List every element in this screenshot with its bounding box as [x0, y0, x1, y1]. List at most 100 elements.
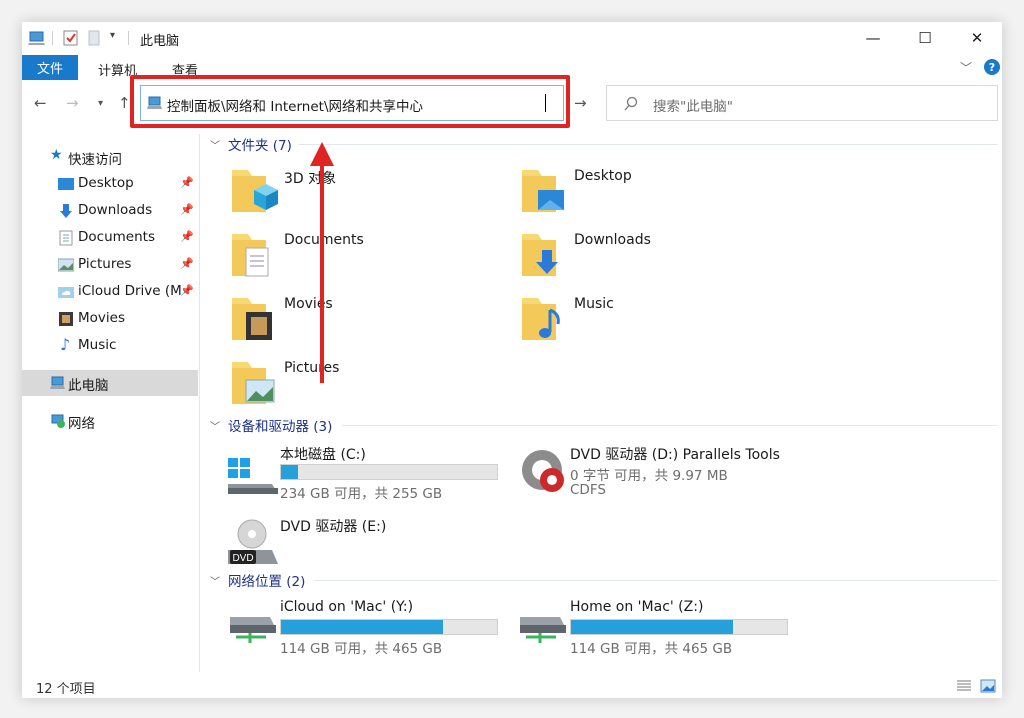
- search-box[interactable]: 搜索"此电脑": [606, 85, 998, 121]
- folder-desktop[interactable]: Desktop: [520, 164, 800, 224]
- group-divider: [342, 425, 998, 426]
- sidebar-item-downloads[interactable]: Downloads 📌: [22, 198, 198, 224]
- forward-button[interactable]: →: [66, 94, 79, 112]
- search-icon: [624, 96, 638, 111]
- tab-computer[interactable]: 计算机: [98, 60, 137, 79]
- computer-icon: [147, 96, 162, 109]
- pin-icon: 📌: [180, 203, 194, 216]
- title-bar: ▾ 此电脑 — ☐ ✕: [22, 22, 1002, 54]
- properties-icon[interactable]: [62, 29, 80, 47]
- new-folder-icon[interactable]: [86, 29, 104, 47]
- folder-name: Documents: [284, 232, 364, 248]
- dvd-label: DVD: [232, 553, 253, 564]
- star-icon: ★: [50, 147, 63, 163]
- drive-usage-fill: [281, 620, 443, 634]
- drive-free-space: 114 GB 可用，共 465 GB: [570, 641, 733, 657]
- pane-divider[interactable]: [199, 134, 200, 672]
- drive-filesystem: CDFS: [570, 482, 606, 498]
- help-button[interactable]: ?: [984, 59, 1000, 75]
- address-bar[interactable]: 控制面板\网络和 Internet\网络和共享中心 ⌄: [140, 85, 671, 121]
- minimize-button[interactable]: —: [850, 22, 896, 54]
- tab-file[interactable]: 文件: [22, 55, 78, 80]
- folder-movies[interactable]: Movies: [230, 292, 510, 352]
- tab-view[interactable]: 查看: [172, 60, 198, 79]
- sidebar-item-documents[interactable]: Documents 📌: [22, 225, 198, 251]
- maximize-button[interactable]: ☐: [902, 22, 948, 54]
- network-drive-icon: [230, 617, 276, 643]
- sidebar-item-quick-access[interactable]: ★ 快速访问: [22, 144, 198, 170]
- search-input[interactable]: 搜索"此电脑": [653, 95, 733, 115]
- drive-c[interactable]: 本地磁盘 (C:) 234 GB 可用，共 255 GB: [226, 444, 516, 504]
- separator: [128, 31, 129, 45]
- group-header-devices[interactable]: ﹀ 设备和驱动器 (3): [210, 415, 332, 435]
- folder-music[interactable]: Music: [520, 292, 800, 352]
- up-button[interactable]: ↑: [118, 94, 131, 112]
- drive-usage-fill: [281, 465, 299, 479]
- group-header-network-locations[interactable]: ﹀ 网络位置 (2): [210, 570, 305, 590]
- computer-icon: [28, 31, 45, 45]
- drive-e[interactable]: DVD DVD 驱动器 (E:): [226, 516, 516, 576]
- folder-pictures-icon: [232, 362, 275, 404]
- folder-name: Downloads: [574, 232, 651, 248]
- sidebar-item-label: 网络: [68, 416, 95, 432]
- sidebar-item-desktop[interactable]: Desktop 📌: [22, 171, 198, 197]
- sidebar-item-movies[interactable]: Movies: [22, 306, 198, 332]
- folder-downloads[interactable]: Downloads: [520, 228, 800, 288]
- folder-downloads-icon: [522, 234, 558, 276]
- sidebar-item-label: Movies: [78, 310, 125, 326]
- group-title: 设备和驱动器 (3): [228, 419, 333, 435]
- drive-usage-fill: [571, 620, 733, 634]
- expand-ribbon-icon[interactable]: ﹀: [960, 59, 972, 76]
- group-title: 网络位置 (2): [228, 574, 306, 590]
- close-button[interactable]: ✕: [954, 22, 1000, 54]
- navigation-pane: ★ 快速访问 Desktop 📌 Downloads 📌 Documents 📌…: [22, 134, 200, 666]
- folder-name: Desktop: [574, 168, 632, 184]
- explorer-window: ▾ 此电脑 — ☐ ✕ 文件 计算机 查看 ﹀ ? ← → ▾ ↑ 控制面板\网…: [22, 22, 1002, 698]
- sidebar-item-label: Documents: [78, 229, 155, 245]
- sidebar-item-icloud-drive[interactable]: iCloud Drive (M 📌: [22, 279, 198, 305]
- folder-pictures[interactable]: Pictures: [230, 356, 510, 416]
- go-button[interactable]: →: [574, 94, 587, 112]
- recent-locations-icon[interactable]: ▾: [98, 98, 103, 109]
- drive-usage-bar: [280, 464, 498, 480]
- folder-3d-objects[interactable]: 3D 对象: [230, 164, 510, 224]
- computer-icon: [50, 376, 65, 389]
- back-button[interactable]: ←: [34, 94, 47, 112]
- details-view-icon[interactable]: [956, 678, 972, 694]
- folder-music-icon: [522, 298, 560, 340]
- drive-d[interactable]: DVD 驱动器 (D:) Parallels Tools 0 字节 可用，共 9…: [516, 444, 806, 504]
- folder-documents-icon: [232, 234, 269, 277]
- sidebar-item-network[interactable]: 网络: [22, 408, 198, 434]
- picture-icon: [58, 258, 74, 272]
- folder-name: Pictures: [284, 360, 340, 376]
- customize-toolbar-icon[interactable]: ▾: [110, 30, 115, 41]
- pin-icon: 📌: [180, 284, 194, 297]
- group-divider: [298, 144, 998, 145]
- large-icons-view-icon[interactable]: [980, 678, 996, 694]
- address-path[interactable]: 控制面板\网络和 Internet\网络和共享中心: [167, 95, 423, 115]
- dvd-drive-icon: DVD: [228, 519, 278, 564]
- sidebar-item-label: iCloud Drive (M: [78, 283, 182, 299]
- sidebar-item-this-pc[interactable]: 此电脑: [22, 370, 198, 396]
- music-note-icon: ♪: [60, 335, 71, 354]
- group-divider: [314, 580, 998, 581]
- sidebar-item-label: Pictures: [78, 256, 132, 272]
- sidebar-item-pictures[interactable]: Pictures 📌: [22, 252, 198, 278]
- network-drive-y[interactable]: iCloud on 'Mac' (Y:) 114 GB 可用，共 465 GB: [226, 599, 516, 659]
- group-header-folders[interactable]: ﹀ 文件夹 (7): [210, 134, 292, 154]
- drive-usage-bar: [280, 619, 498, 635]
- item-count: 12 个项目: [36, 682, 96, 697]
- parallels-tools-icon: [522, 450, 564, 492]
- sidebar-item-label: Downloads: [78, 202, 153, 218]
- folder-documents[interactable]: Documents: [230, 228, 510, 288]
- windows-drive-icon: [228, 458, 278, 494]
- folder-name: Movies: [284, 296, 333, 312]
- drive-name: 本地磁盘 (C:): [280, 447, 366, 463]
- sidebar-item-music[interactable]: ♪ Music: [22, 333, 198, 359]
- ribbon: 文件 计算机 查看 ﹀ ?: [22, 55, 1002, 80]
- chevron-down-icon: ﹀: [210, 576, 220, 588]
- drive-name: DVD 驱动器 (E:): [280, 519, 387, 535]
- network-drive-z[interactable]: Home on 'Mac' (Z:) 114 GB 可用，共 465 GB: [516, 599, 806, 659]
- sidebar-item-label: Music: [78, 337, 117, 353]
- folder-name: 3D 对象: [284, 171, 337, 187]
